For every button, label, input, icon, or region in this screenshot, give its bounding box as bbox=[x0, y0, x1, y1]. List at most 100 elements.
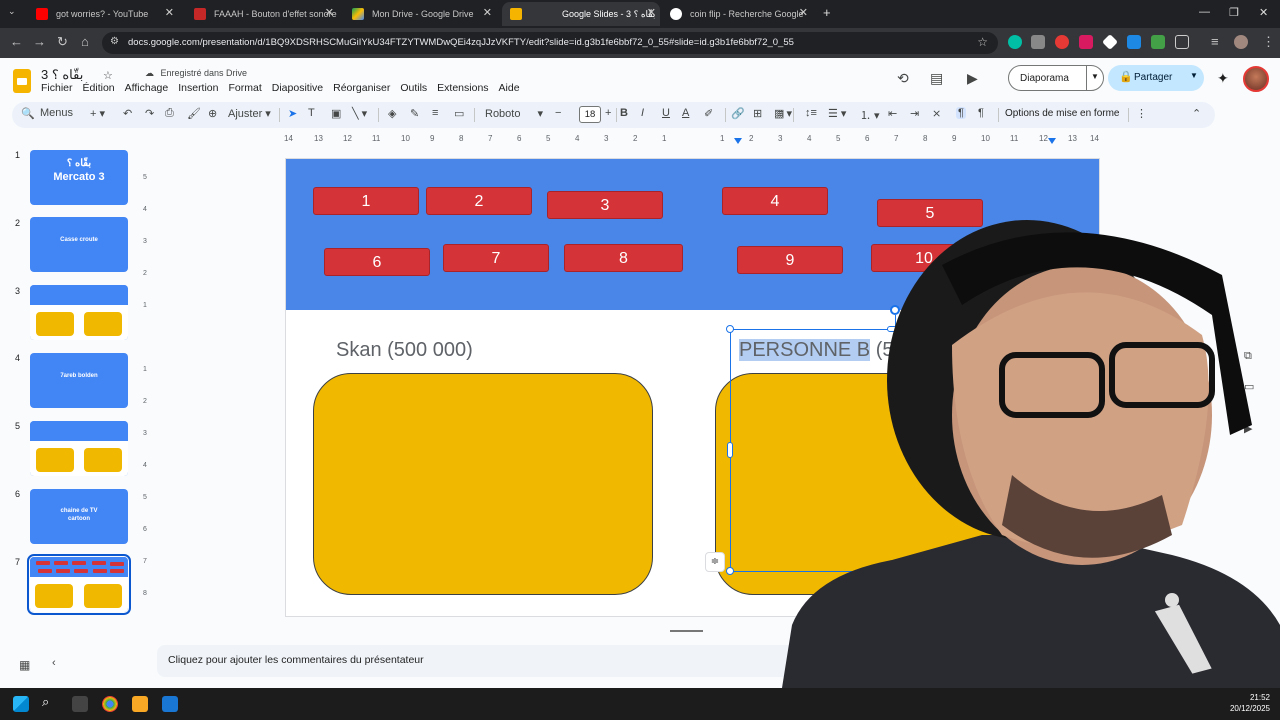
extensions-puzzle-icon[interactable] bbox=[1175, 35, 1189, 49]
close-tab-icon[interactable]: ✕ bbox=[483, 6, 492, 19]
tab-coin-flip[interactable]: coin flip - Recherche Google ✕ bbox=[662, 2, 812, 26]
zoom-select[interactable]: Ajuster ▾ bbox=[228, 107, 271, 120]
new-slide-icon[interactable]: + ▾ bbox=[90, 107, 105, 120]
url-field[interactable]: ⚙ docs.google.com/presentation/d/1BQ9XDS… bbox=[102, 32, 998, 54]
undo-icon[interactable]: ↶ bbox=[123, 107, 132, 120]
collapse-filmstrip-icon[interactable]: ‹ bbox=[52, 657, 56, 669]
fill-color-icon[interactable]: ◈ bbox=[388, 107, 396, 120]
bold-icon[interactable]: B bbox=[620, 107, 628, 119]
more-icon[interactable]: ⋮ bbox=[1136, 107, 1147, 120]
menu-format[interactable]: Format bbox=[229, 82, 262, 94]
indent-marker[interactable] bbox=[734, 138, 742, 144]
version-history-icon[interactable]: ⟲ bbox=[897, 70, 909, 87]
site-info-icon[interactable]: ⚙ bbox=[110, 36, 119, 47]
saved-status[interactable]: ☁ Enregistré dans Drive bbox=[145, 68, 247, 79]
document-title[interactable]: بقّاه ؟ 3 ☆ bbox=[41, 67, 113, 83]
close-tab-icon[interactable]: ✕ bbox=[647, 6, 656, 19]
profile-avatar-icon[interactable] bbox=[1234, 35, 1248, 49]
slides-logo-icon[interactable] bbox=[13, 69, 31, 93]
decrease-indent-icon[interactable]: ⇤ bbox=[888, 107, 897, 120]
font-size-input[interactable]: 18 bbox=[579, 106, 601, 123]
decrease-font-size-icon[interactable]: − bbox=[555, 107, 561, 119]
text-box-icon[interactable]: T bbox=[308, 107, 315, 119]
left-player-box[interactable] bbox=[313, 373, 653, 595]
redo-icon[interactable]: ↷ bbox=[145, 107, 154, 120]
italic-icon[interactable]: I bbox=[641, 107, 644, 119]
gemini-icon[interactable]: ✦ bbox=[1217, 70, 1229, 87]
add-comment-icon[interactable]: ⊞ bbox=[753, 107, 762, 120]
search-icon[interactable]: ⌕ bbox=[42, 694, 58, 710]
tab-youtube[interactable]: got worries? - YouTube ✕ bbox=[28, 2, 178, 26]
image-icon[interactable]: ▣ bbox=[331, 107, 341, 120]
number-box-7[interactable]: 7 bbox=[443, 244, 549, 272]
resize-handle-top-left[interactable] bbox=[726, 325, 734, 333]
comments-icon[interactable]: ▤ bbox=[930, 70, 943, 87]
grid-view-icon[interactable]: ▦ bbox=[19, 658, 30, 672]
increase-font-size-icon[interactable]: + bbox=[605, 107, 611, 119]
chrome-icon[interactable] bbox=[102, 696, 118, 712]
menu-diapositive[interactable]: Diapositive bbox=[272, 82, 323, 94]
menu-outils[interactable]: Outils bbox=[400, 82, 427, 94]
app-icon[interactable] bbox=[162, 696, 178, 712]
collapse-toolbar-icon[interactable]: ⌃ bbox=[1192, 107, 1201, 120]
increase-indent-icon[interactable]: ⇥ bbox=[910, 107, 919, 120]
align-icon[interactable]: ≡ ▾ bbox=[777, 107, 792, 120]
notes-resize-handle[interactable] bbox=[670, 630, 703, 632]
menu-insertion[interactable]: Insertion bbox=[178, 82, 218, 94]
left-player-label[interactable]: Skan (500 000) bbox=[336, 339, 473, 362]
new-tab-icon[interactable]: + bbox=[823, 5, 831, 20]
tab-google-drive[interactable]: Mon Drive - Google Drive ✕ bbox=[344, 2, 496, 26]
underline-icon[interactable]: U bbox=[662, 107, 670, 119]
border-dash-icon[interactable]: ▭ bbox=[454, 107, 464, 120]
close-tab-icon[interactable]: ✕ bbox=[799, 6, 808, 19]
bulleted-list-icon[interactable]: ☰ ▾ bbox=[828, 107, 846, 120]
window-close-icon[interactable]: ✕ bbox=[1259, 6, 1268, 19]
system-clock[interactable]: 21:52 20/12/2025 bbox=[1230, 692, 1270, 714]
chevron-down-icon[interactable]: ▼ bbox=[1091, 72, 1099, 81]
meet-video-icon[interactable]: ▶ bbox=[967, 70, 978, 87]
chevron-down-icon[interactable]: ▼ bbox=[1190, 71, 1198, 80]
clear-formatting-icon[interactable]: ⨯ bbox=[932, 107, 941, 120]
slideshow-button[interactable]: Diaporama ▼ bbox=[1008, 65, 1104, 91]
link-icon[interactable]: 🔗 bbox=[731, 107, 745, 120]
tab-search-chevron-icon[interactable]: ⌄ bbox=[8, 6, 16, 17]
menu-fichier[interactable]: Fichier bbox=[41, 82, 73, 94]
slide-thumbnail-6[interactable]: chaine de TV cartoon bbox=[30, 489, 128, 544]
windows-start-icon[interactable] bbox=[13, 696, 29, 712]
select-cursor-icon[interactable]: ➤ bbox=[288, 107, 297, 120]
diamond-extension-icon[interactable] bbox=[1102, 34, 1118, 50]
highlight-color-icon[interactable]: ✐ bbox=[704, 107, 713, 120]
tab-faaah[interactable]: FAAAH - Bouton d'effet sonore ✕ bbox=[186, 2, 338, 26]
border-weight-icon[interactable]: ≡ bbox=[432, 107, 438, 119]
paint-format-icon[interactable]: 🖌 bbox=[187, 107, 201, 120]
reading-list-icon[interactable]: ≡ bbox=[1211, 34, 1219, 49]
print-icon[interactable]: ⎙ bbox=[165, 107, 174, 120]
menu-aide[interactable]: Aide bbox=[499, 82, 520, 94]
number-box-3[interactable]: 3 bbox=[547, 191, 663, 219]
translate-extension-icon[interactable] bbox=[1127, 35, 1141, 49]
number-box-2[interactable]: 2 bbox=[426, 187, 532, 215]
browser-menu-icon[interactable]: ⋮ bbox=[1262, 34, 1275, 50]
slide-thumbnail-2[interactable]: Casse croute bbox=[30, 217, 128, 272]
number-box-8[interactable]: 8 bbox=[564, 244, 683, 272]
share-button[interactable]: 🔒 Partager ▼ bbox=[1108, 65, 1204, 91]
numbered-list-icon[interactable]: ⒈ ▾ bbox=[860, 107, 880, 123]
avatar[interactable] bbox=[1243, 66, 1269, 92]
text-align-options-icon[interactable]: ≑ bbox=[705, 552, 725, 572]
border-color-icon[interactable]: ✎ bbox=[410, 107, 419, 120]
file-explorer-icon[interactable] bbox=[132, 696, 148, 712]
line-spacing-icon[interactable]: ↕≡ bbox=[805, 107, 817, 119]
pin-extension-icon[interactable] bbox=[1079, 35, 1093, 49]
tab-google-slides[interactable]: Google Slides - بقّاه ؟ 3 ✕ bbox=[502, 2, 660, 26]
font-select[interactable]: Roboto ▾ bbox=[485, 107, 543, 120]
slide-thumbnail-3[interactable] bbox=[30, 285, 128, 340]
right-indent-marker[interactable] bbox=[1048, 138, 1056, 144]
slide-thumbnail-1[interactable]: بقّاه ؟ Mercato 3 bbox=[30, 150, 128, 205]
menu-reorganiser[interactable]: Réorganiser bbox=[333, 82, 390, 94]
back-icon[interactable]: ← bbox=[10, 34, 23, 49]
close-tab-icon[interactable]: ✕ bbox=[325, 6, 334, 19]
number-box-1[interactable]: 1 bbox=[313, 187, 419, 215]
minimize-icon[interactable]: — bbox=[1199, 6, 1210, 18]
bookmark-star-icon[interactable]: ☆ bbox=[977, 35, 988, 49]
shield-extension-icon[interactable] bbox=[1151, 35, 1165, 49]
